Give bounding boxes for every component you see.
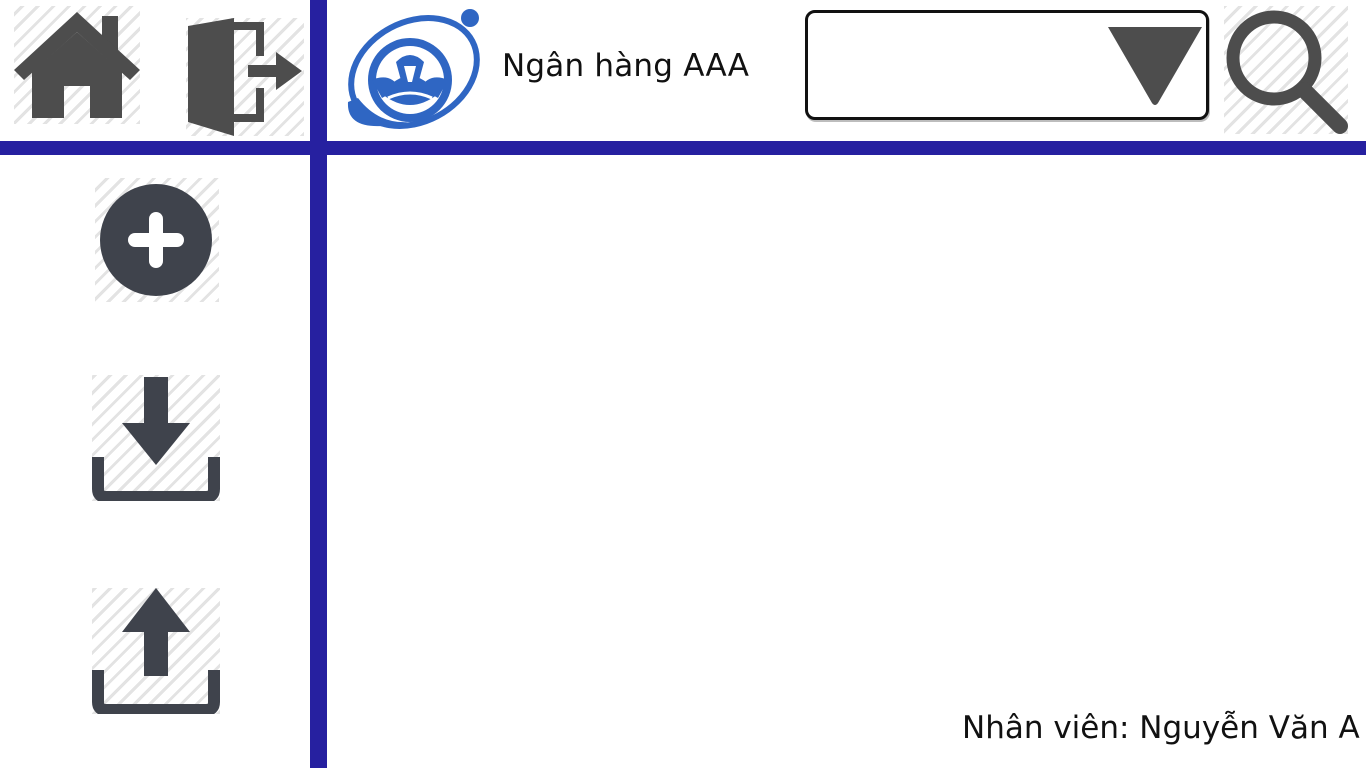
download-button[interactable] bbox=[92, 375, 220, 501]
triangle-down-icon bbox=[1108, 27, 1202, 105]
bank-name: Ngân hàng AAA bbox=[502, 48, 750, 84]
main-content-area bbox=[327, 155, 1366, 768]
bank-logo bbox=[338, 6, 496, 134]
employee-label: Nhân viên: Nguyễn Văn A bbox=[962, 710, 1360, 746]
upload-icon bbox=[92, 588, 220, 714]
search-button[interactable] bbox=[1224, 6, 1348, 134]
search-icon bbox=[1226, 10, 1348, 134]
download-icon bbox=[92, 377, 220, 501]
header-divider bbox=[0, 141, 1366, 155]
branch-select[interactable] bbox=[805, 10, 1209, 120]
logout-icon bbox=[188, 18, 302, 136]
logout-button[interactable] bbox=[186, 18, 304, 136]
upload-button[interactable] bbox=[92, 588, 220, 714]
plus-circle-icon bbox=[100, 184, 212, 296]
home-icon bbox=[14, 12, 140, 118]
home-button[interactable] bbox=[14, 6, 140, 124]
sidebar-divider bbox=[310, 0, 327, 768]
add-button[interactable] bbox=[95, 178, 219, 302]
